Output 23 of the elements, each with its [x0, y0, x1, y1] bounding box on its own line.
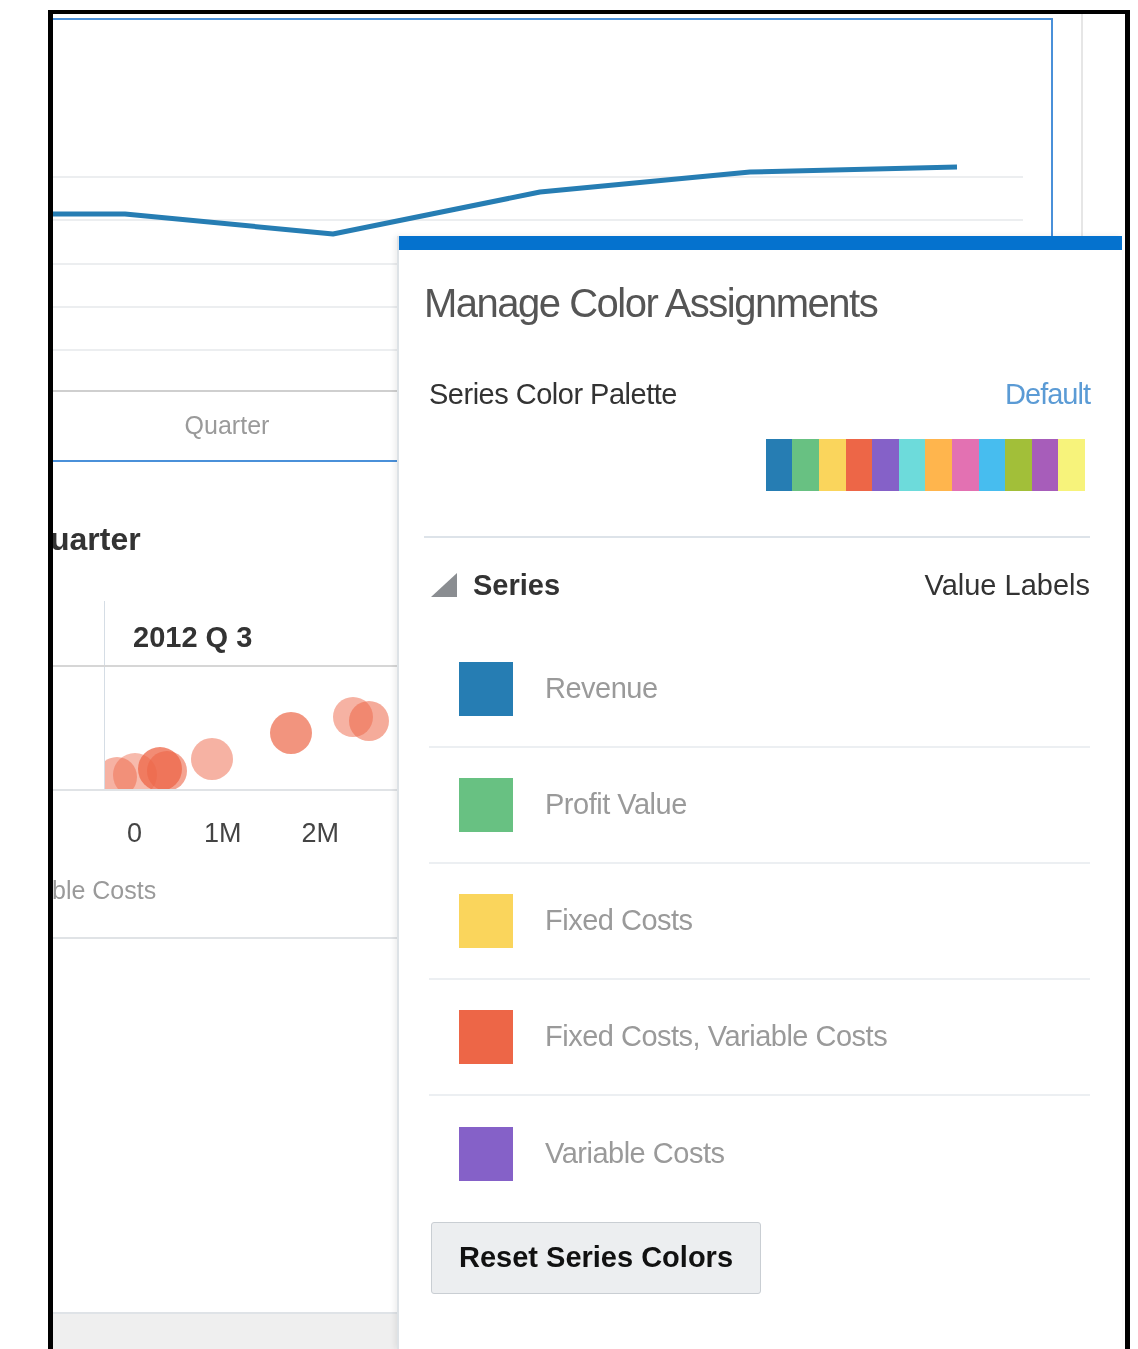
- axis-label: Quarter: [183, 410, 270, 442]
- series-name: Revenue: [545, 671, 658, 707]
- series-swatch[interactable]: [459, 1127, 513, 1181]
- series-name: Variable Costs: [545, 1136, 725, 1172]
- series-swatch[interactable]: [459, 1010, 513, 1064]
- column-header: 2012 Q 3: [132, 620, 253, 655]
- series-swatch[interactable]: [459, 778, 513, 832]
- reset-button[interactable]: Reset Series Colors: [431, 1222, 761, 1294]
- color-palette[interactable]: [765, 438, 1085, 491]
- tick-label: 0: [127, 816, 143, 850]
- tick-label: 2M: [301, 816, 340, 850]
- axis-label: ble Costs: [53, 875, 158, 905]
- palette-label: Series Color Palette: [428, 377, 677, 412]
- series-header: Series: [473, 567, 561, 603]
- series-name: Fixed Costs: [545, 903, 693, 939]
- series-name: Profit Value: [545, 787, 687, 823]
- value-labels-header: Value Labels: [924, 567, 1090, 603]
- series-swatch[interactable]: [459, 894, 513, 948]
- expand-triangle-icon[interactable]: [429, 571, 459, 600]
- series-name: Fixed Costs, Variable Costs: [545, 1019, 888, 1055]
- series-swatch[interactable]: [459, 662, 513, 716]
- dialog-title: Manage Color Assignments: [424, 280, 879, 327]
- tick-label: 1M: [204, 816, 242, 850]
